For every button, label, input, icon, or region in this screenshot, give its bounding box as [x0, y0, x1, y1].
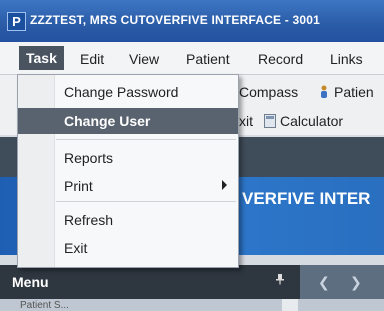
menu-bar: Task Edit View Patient Record Links — [0, 42, 384, 75]
task-dropdown-menu: Change Password Change User Reports Prin… — [17, 74, 239, 268]
menu-item-exit[interactable]: Exit — [18, 235, 238, 261]
nav-back-icon[interactable]: ❮ — [318, 274, 330, 291]
compass-button[interactable]: Compass — [239, 84, 298, 100]
menu-item-change-user[interactable]: Change User — [18, 108, 238, 134]
scroll-up-button[interactable] — [282, 299, 298, 311]
title-bar: P ZZZTEST, MRS CUTOVERFIVE INTERFACE - 3… — [0, 0, 384, 42]
menu-separator — [56, 139, 236, 140]
menu-panel-label: Menu — [12, 274, 49, 290]
menu-task[interactable]: Task — [19, 46, 64, 70]
menu-edit[interactable]: Edit — [80, 51, 104, 67]
menu-view[interactable]: View — [129, 51, 159, 67]
menu-item-change-password[interactable]: Change Password — [18, 79, 238, 105]
nav-forward-icon[interactable]: ❯ — [350, 274, 362, 291]
app-logo-icon: P — [7, 12, 26, 31]
refresh-label: Refresh — [64, 212, 114, 228]
exit-tool-button[interactable]: xit — [239, 113, 253, 129]
menu-record[interactable]: Record — [258, 51, 303, 67]
exit-tool-label: xit — [239, 113, 253, 129]
patient-section-label[interactable]: Patient S... — [20, 300, 69, 311]
menu-separator — [56, 201, 236, 202]
menu-item-reports[interactable]: Reports — [18, 145, 238, 171]
calculator-label: Calculator — [280, 113, 344, 129]
menu-patient[interactable]: Patient — [186, 51, 230, 67]
menu-links[interactable]: Links — [330, 51, 363, 67]
patient-icon — [318, 85, 330, 99]
exit-label: Exit — [64, 240, 88, 256]
menu-item-refresh[interactable]: Refresh — [18, 207, 238, 233]
change-password-label: Change Password — [64, 84, 179, 100]
menu-panel-header: Menu — [0, 265, 300, 299]
menu-item-print[interactable]: Print — [18, 173, 238, 199]
patient-banner-text: VERFIVE INTER — [242, 189, 371, 208]
print-label: Print — [64, 178, 93, 194]
submenu-arrow-icon — [222, 180, 227, 190]
calculator-button[interactable]: Calculator — [264, 113, 343, 129]
compass-label: Compass — [239, 84, 299, 100]
reports-label: Reports — [64, 150, 114, 166]
patient-label: Patien — [334, 84, 374, 100]
pin-icon[interactable] — [274, 273, 288, 287]
nav-buttons: ❮ ❯ — [300, 265, 384, 299]
calculator-icon — [264, 114, 276, 128]
patient-button[interactable]: Patien — [318, 84, 374, 100]
change-user-label: Change User — [64, 113, 151, 129]
window-title: ZZZTEST, MRS CUTOVERFIVE INTERFACE - 300… — [30, 13, 321, 27]
